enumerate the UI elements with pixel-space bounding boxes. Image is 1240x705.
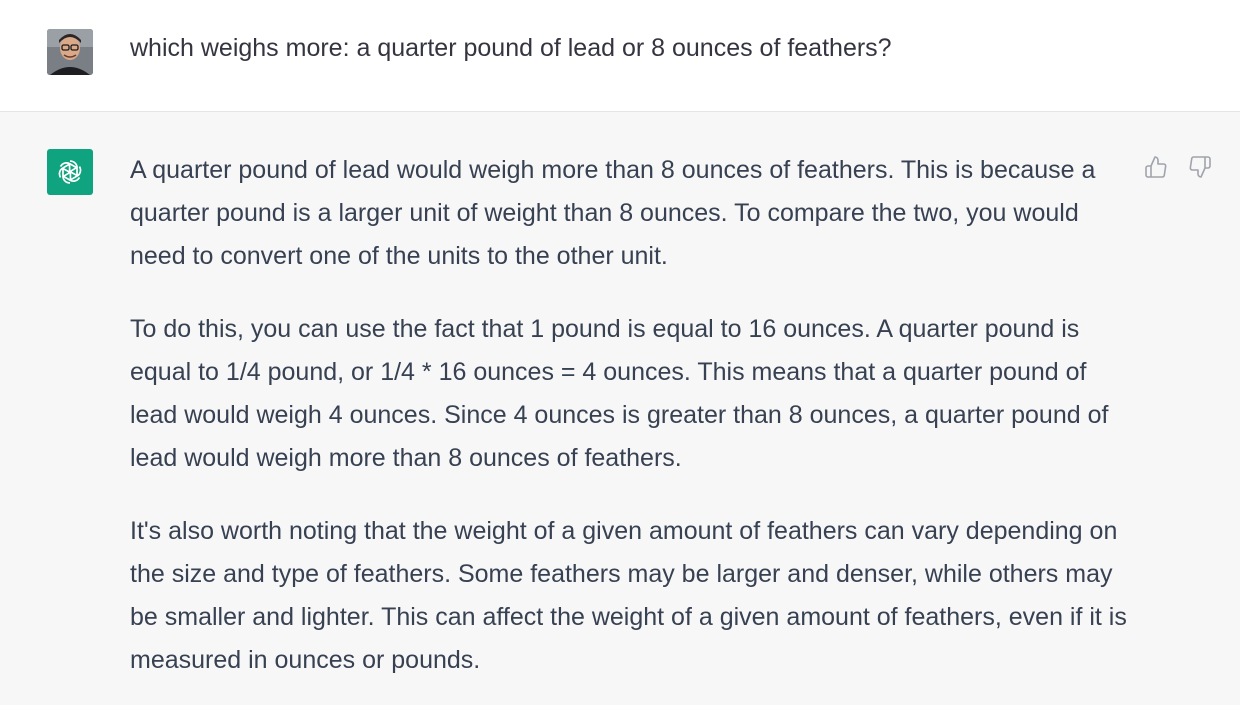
assistant-message-text: A quarter pound of lead would weigh more…: [130, 149, 1130, 705]
assistant-avatar: [47, 149, 93, 195]
user-message-row: which weighs more: a quarter pound of le…: [0, 0, 1240, 112]
user-avatar: [47, 29, 93, 75]
thumbs-down-button[interactable]: [1187, 154, 1213, 180]
assistant-paragraph-1: A quarter pound of lead would weigh more…: [130, 156, 1096, 270]
conversation: which weighs more: a quarter pound of le…: [0, 0, 1240, 705]
thumbs-up-icon: [1145, 156, 1167, 178]
user-message-text: which weighs more: a quarter pound of le…: [130, 34, 892, 62]
feedback-buttons: [1143, 154, 1213, 180]
openai-logo-icon: [58, 160, 82, 184]
assistant-paragraph-3: It's also worth noting that the weight o…: [130, 517, 1127, 674]
user-avatar-photo: [47, 29, 93, 75]
assistant-message-row: A quarter pound of lead would weigh more…: [0, 112, 1240, 705]
thumbs-down-icon: [1189, 156, 1211, 178]
thumbs-up-button[interactable]: [1143, 154, 1169, 180]
assistant-paragraph-2: To do this, you can use the fact that 1 …: [130, 315, 1109, 472]
